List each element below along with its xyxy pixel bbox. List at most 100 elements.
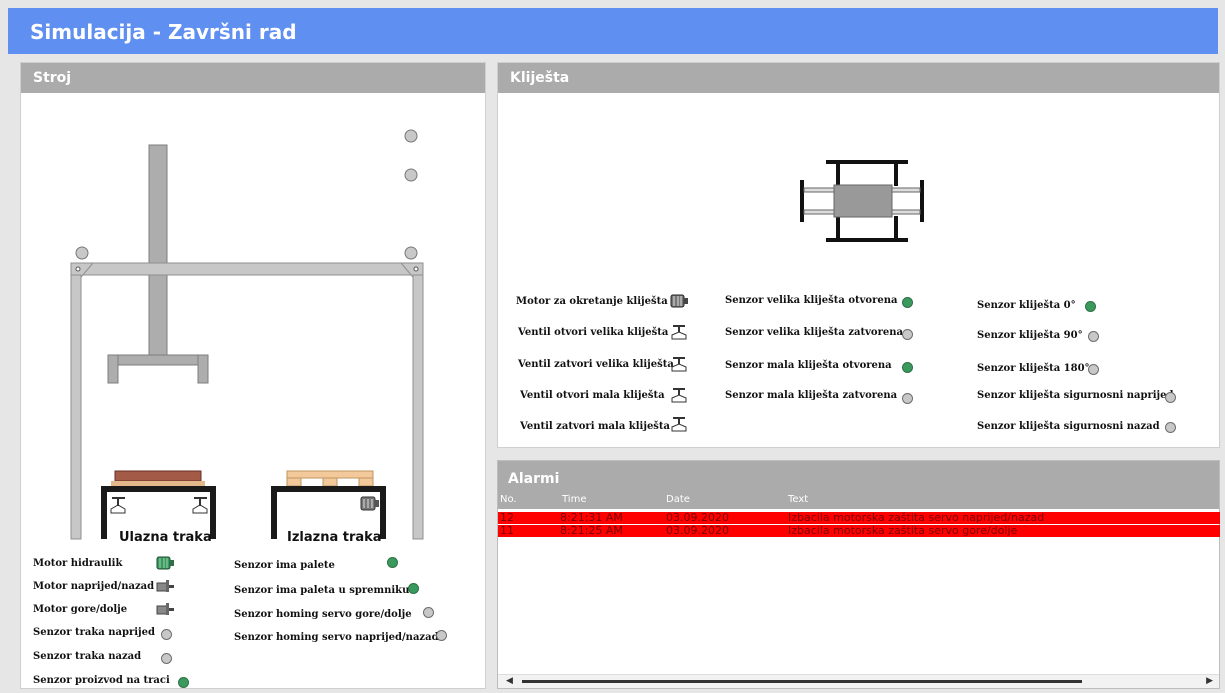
alarm-date: 03.09.2020 [666,511,729,524]
senzor-traka-naprijed-label: Senzor traka naprijed [33,627,155,638]
right-leg [412,274,424,540]
alarm-no: 12 [500,511,514,524]
senzor-sigurnosni-nazad-label: Senzor kliješta sigurnosni nazad [977,421,1160,432]
gripper-top [107,354,209,366]
senzor-velika-zatvorena-led [902,329,913,340]
ulazna-traka-label: Ulazna traka [119,530,212,545]
alarmi-col-date[interactable]: Date [666,494,690,505]
ventil-zatvori-mala-label: Ventil zatvori mala kliješta [520,421,671,432]
sensor-top-1 [404,129,418,143]
senzor-sigurnosni-naprijed-label: Senzor kliješta sigurnosni naprijed [977,390,1174,401]
motor-gore-dolje-label: Motor gore/dolje [33,604,128,615]
gripper-left [107,354,119,384]
valve-otvori-velika-icon [671,325,687,340]
kljesta-panel-header: Kliješta [498,63,1219,93]
senzor-mala-otvorena-led [902,362,913,373]
senzor-kljesta-180-label: Senzor kliješta 180° [977,363,1090,374]
sensor-top-2 [404,168,418,182]
senzor-kljesta-90-led [1088,331,1099,342]
alarm-time: 8:21:31 AM [560,511,623,524]
sensor-left-frame [75,246,89,260]
ulazna-valve-1-icon [110,497,126,514]
alarmi-panel: Alarmi No. Time Date Text 12 8:21:31 AM … [497,460,1220,689]
sensor-right-frame [404,246,418,260]
ventil-zatvori-velika-label: Ventil zatvori velika kliješta [518,359,674,370]
senzor-traka-naprijed-led [161,629,172,640]
alarmi-scrollbar[interactable]: ◀ ▶ [498,674,1219,688]
alarm-no: 11 [500,524,514,537]
alarmi-col-time[interactable]: Time [562,494,586,505]
motor-hidraulik-label: Motor hidraulik [33,558,123,569]
senzor-homing-gore-dolje-label: Senzor homing servo gore/dolje [234,609,412,620]
senzor-homing-naprijed-nazad-label: Senzor homing servo naprijed/nazad [234,632,439,643]
senzor-sigurnosni-nazad-led [1165,422,1176,433]
alarmi-header: Alarmi No. Time Date Text [498,461,1219,509]
alarm-row[interactable]: 11 8:21:25 AM 03.09.2020 Izbacila motors… [498,525,1220,537]
alarm-date: 03.09.2020 [666,524,729,537]
gripper-top-view [800,160,924,242]
ventil-otvori-velika-label: Ventil otvori velika kliješta [518,327,669,338]
servo-motor-naprijed-nazad-icon [156,580,174,592]
ulazna-pallet-load [114,470,202,482]
senzor-mala-otvorena-label: Senzor mala kliješta otvorena [725,360,892,371]
izlazna-motor-icon [360,496,379,511]
senzor-ima-paleta-u-spremniku-label: Senzor ima paleta u spremniku [234,585,410,596]
senzor-homing-naprijed-nazad-led [436,630,447,641]
senzor-velika-otvorena-led [902,297,913,308]
senzor-ima-palete-led [387,557,398,568]
senzor-proizvod-na-traci-label: Senzor proizvod na traci [33,675,170,686]
alarm-text: Izbacila motorska zaštita servo gore/dol… [788,524,1018,537]
ventil-otvori-mala-label: Ventil otvori mala kliješta [520,390,665,401]
senzor-mala-zatvorena-label: Senzor mala kliješta zatvorena [725,390,898,401]
scroll-left-icon[interactable]: ◀ [506,676,513,686]
kljesta-panel-title: Kliješta [510,70,570,86]
senzor-velika-otvorena-label: Senzor velika kliješta otvorena [725,295,898,306]
motor-naprijed-nazad-label: Motor naprijed/nazad [33,581,155,592]
izlazna-conveyor-frame [271,486,386,492]
alarm-row[interactable]: 12 8:21:31 AM 03.09.2020 Izbacila motors… [498,512,1220,524]
ulazna-conveyor-frame [101,486,216,492]
senzor-traka-nazad-led [161,653,172,664]
title-bar: Simulacija - Završni rad [8,8,1218,54]
hydraulic-motor-icon [156,556,174,570]
valve-zatvori-mala-icon [671,417,687,432]
kljesta-panel: Kliješta Motor za okretanje kliješta Ven… [497,62,1220,448]
senzor-ima-palete-label: Senzor ima palete [234,560,335,571]
senzor-kljesta-0-led [1085,301,1096,312]
senzor-kljesta-0-label: Senzor kliješta 0° [977,300,1076,311]
senzor-kljesta-180-led [1088,364,1099,375]
motor-okretanje-label: Motor za okretanje kliješta [516,296,668,307]
rotation-motor-icon [670,294,688,308]
alarm-text: Izbacila motorska zaštita servo naprijed… [788,511,1045,524]
senzor-mala-zatvorena-led [902,393,913,404]
izlazna-pallet [286,470,374,479]
stroj-panel-title: Stroj [33,70,72,86]
senzor-homing-gore-dolje-led [423,607,434,618]
gripper-right [197,354,209,384]
scroll-right-icon[interactable]: ▶ [1206,676,1213,686]
senzor-velika-zatvorena-label: Senzor velika kliješta zatvorena [725,327,903,338]
alarm-time: 8:21:25 AM [560,524,623,537]
top-beam [70,262,424,276]
hmi-screen: Simulacija - Završni rad Stroj Ulazna tr… [0,0,1225,693]
machine-drawing [70,129,424,540]
senzor-ima-paleta-u-spremniku-led [408,583,419,594]
stroj-panel: Stroj Ulazna traka Izlazna traka Motor h… [20,62,486,689]
stroj-panel-header: Stroj [21,63,485,93]
alarmi-title: Alarmi [508,471,560,487]
ulazna-valve-2-icon [192,497,208,514]
senzor-kljesta-90-label: Senzor kliješta 90° [977,330,1083,341]
valve-otvori-mala-icon [671,388,687,403]
app-title: Simulacija - Završni rad [30,20,297,44]
left-leg [70,274,82,540]
senzor-proizvod-na-traci-led [178,677,189,688]
alarmi-col-text[interactable]: Text [788,494,808,505]
alarmi-col-no[interactable]: No. [500,494,517,505]
izlazna-traka-label: Izlazna traka [287,530,382,545]
scroll-thumb[interactable] [522,680,1082,683]
lift-column [148,144,168,356]
valve-zatvori-velika-icon [671,357,687,372]
senzor-traka-nazad-label: Senzor traka nazad [33,651,142,662]
servo-motor-gore-dolje-icon [156,603,174,615]
senzor-sigurnosni-naprijed-led [1165,392,1176,403]
